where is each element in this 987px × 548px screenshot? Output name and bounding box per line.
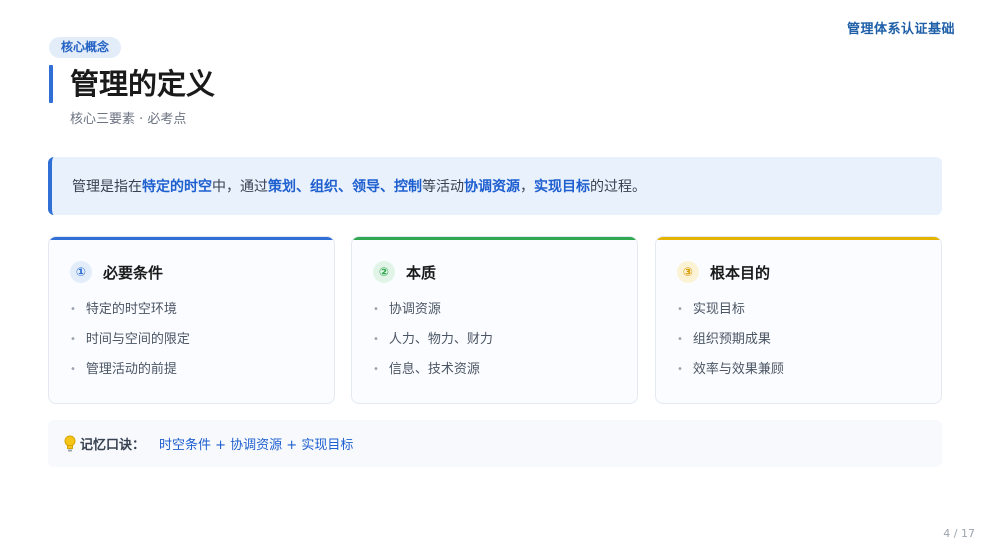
list-item: • 实现目标 [677,302,745,317]
page-subtitle: 核心三要素 · 必考点 [70,112,187,127]
page-title: 管理的定义 [70,67,216,101]
card-number-badge: ① [70,261,92,283]
list-item: • 协调资源 [373,302,441,317]
bullet-icon: • [677,364,683,375]
section-tag: 核心概念 [49,37,122,58]
card-list: • 特定的时空环境 • 时间与空间的限定 • 管理活动的前提 [70,301,190,391]
memory-label: 记忆口诀： [80,438,146,453]
card-header: ② 本质 [373,261,436,283]
title-accent-bar [49,65,53,103]
bullet-icon: • [373,364,379,375]
list-item: • 信息、技术资源 [373,362,480,377]
lightbulb-icon [64,435,76,451]
list-item: • 效率与效果兼顾 [677,362,784,377]
bullet-icon: • [373,304,379,315]
bullet-icon: • [70,304,76,315]
list-item: • 时间与空间的限定 [70,332,190,347]
card-list: • 实现目标 • 组织预期成果 • 效率与效果兼顾 [677,301,784,391]
list-item: • 组织预期成果 [677,332,771,347]
memory-text: 时空条件 + 协调资源 + 实现目标 [159,438,354,453]
page-number: 4 / 17 [943,527,975,540]
card-necessary-conditions: ① 必要条件 • 特定的时空环境 • 时间与空间的限定 • 管理活动的前提 [48,236,335,404]
memory-tip: 记忆口诀： 时空条件 + 协调资源 + 实现目标 [48,420,942,467]
card-title: 根本目的 [710,263,771,282]
bullet-icon: • [70,334,76,345]
card-header: ③ 根本目的 [677,261,770,283]
list-item: • 人力、物力、财力 [373,332,493,347]
card-header: ① 必要条件 [70,261,163,283]
card-fundamental-purpose: ③ 根本目的 • 实现目标 • 组织预期成果 • 效率与效果兼顾 [655,236,942,404]
bullet-icon: • [70,364,76,375]
card-title: 本质 [406,263,437,282]
bullet-icon: • [373,334,379,345]
card-essence: ② 本质 • 协调资源 • 人力、物力、财力 • 信息、技术资源 [351,236,638,404]
bullet-icon: • [677,334,683,345]
card-list: • 协调资源 • 人力、物力、财力 • 信息、技术资源 [373,301,493,391]
card-number-badge: ③ [677,261,699,283]
brand-header: 管理体系认证基础 [846,22,955,37]
card-number-badge: ② [373,261,395,283]
list-item: • 特定的时空环境 [70,302,177,317]
definition-text: 管理是指在特定的时空中，通过策划、组织、领导、控制等活动协调资源，实现目标的过程… [72,179,646,195]
card-title: 必要条件 [103,263,164,282]
bullet-icon: • [677,304,683,315]
list-item: • 管理活动的前提 [70,362,177,377]
definition-box: 管理是指在特定的时空中，通过策划、组织、领导、控制等活动协调资源，实现目标的过程… [48,157,942,215]
